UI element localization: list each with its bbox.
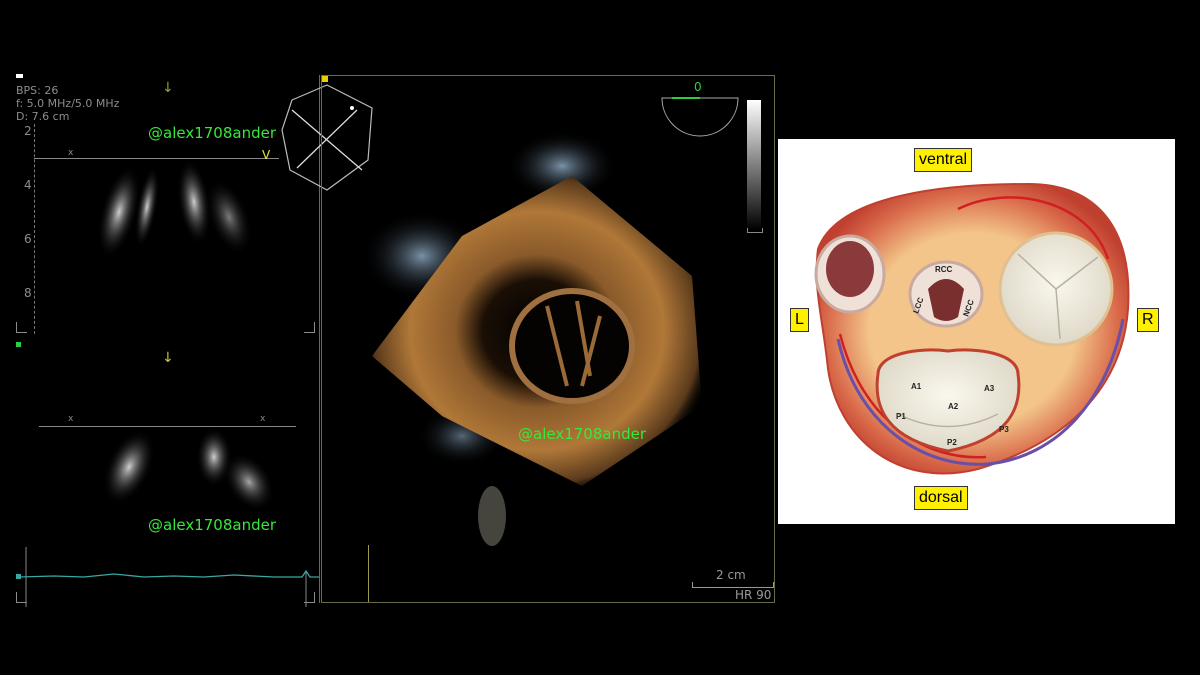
- viewport-corner-marker: [322, 76, 328, 82]
- param-frequency: f: 5.0 MHz/5.0 MHz: [16, 97, 120, 110]
- watermark-viewport: @alex1708ander: [518, 425, 646, 443]
- label-rcc: RCC: [935, 265, 953, 274]
- depth-scale: [34, 124, 39, 334]
- heart-rate: HR 90: [735, 588, 772, 602]
- param-bps: BPS: 26: [16, 84, 59, 97]
- echo-image-bottom: [102, 427, 275, 512]
- plane-marker-x-bottom-left: x: [68, 414, 74, 424]
- plane-line-top: [34, 158, 279, 159]
- watermark-top: @alex1708ander: [148, 124, 276, 142]
- frame-bracket-br: [304, 322, 315, 333]
- scan-parameters: BPS: 26 f: 5.0 MHz/5.0 MHz D: 7.6 cm: [16, 84, 119, 123]
- label-right: R: [1137, 308, 1159, 332]
- label-a1: A1: [911, 382, 922, 391]
- frame-bracket-bl: [16, 322, 27, 333]
- corner-marker-top: [16, 74, 23, 78]
- ecg-strip: [16, 547, 319, 607]
- watermark-bottom: @alex1708ander: [148, 516, 276, 534]
- plane-marker-v: V: [262, 148, 271, 162]
- label-a2: A2: [948, 402, 959, 411]
- valve-illustration: RCC LCC NCC A1 A2 A3 P1 P2 P3: [814, 182, 1130, 475]
- label-a3: A3: [984, 384, 995, 393]
- corner-marker-mid: [16, 342, 21, 347]
- scale-label: 2 cm: [716, 568, 746, 582]
- label-ventral: ventral: [914, 148, 973, 172]
- label-dorsal: dorsal: [914, 486, 968, 510]
- down-arrow-icon: ↓: [162, 80, 174, 96]
- depth-tick-4: 4: [24, 178, 32, 192]
- depth-tick-2: 2: [24, 124, 32, 138]
- param-depth: D: 7.6 cm: [16, 110, 70, 123]
- orientation-value: 0: [694, 80, 702, 94]
- 3d-valve-render: [362, 131, 702, 546]
- plane-marker-x: x: [68, 148, 74, 158]
- echo-image-top: [97, 162, 253, 259]
- heart-valve-diagram: RCC LCC NCC A1 A2 A3 P1 P2 P3 ventral do…: [778, 139, 1175, 524]
- 3d-viewport: 0 @alex1708ander 2 cm HR 90: [321, 75, 775, 603]
- depth-tick-8: 8: [24, 286, 32, 300]
- label-left: L: [790, 308, 809, 332]
- label-p1: P1: [896, 412, 906, 421]
- depth-tick-6: 6: [24, 232, 32, 246]
- label-p3: P3: [999, 425, 1009, 434]
- down-arrow-icon-yellow: ↓: [162, 350, 174, 366]
- label-p2: P2: [947, 438, 957, 447]
